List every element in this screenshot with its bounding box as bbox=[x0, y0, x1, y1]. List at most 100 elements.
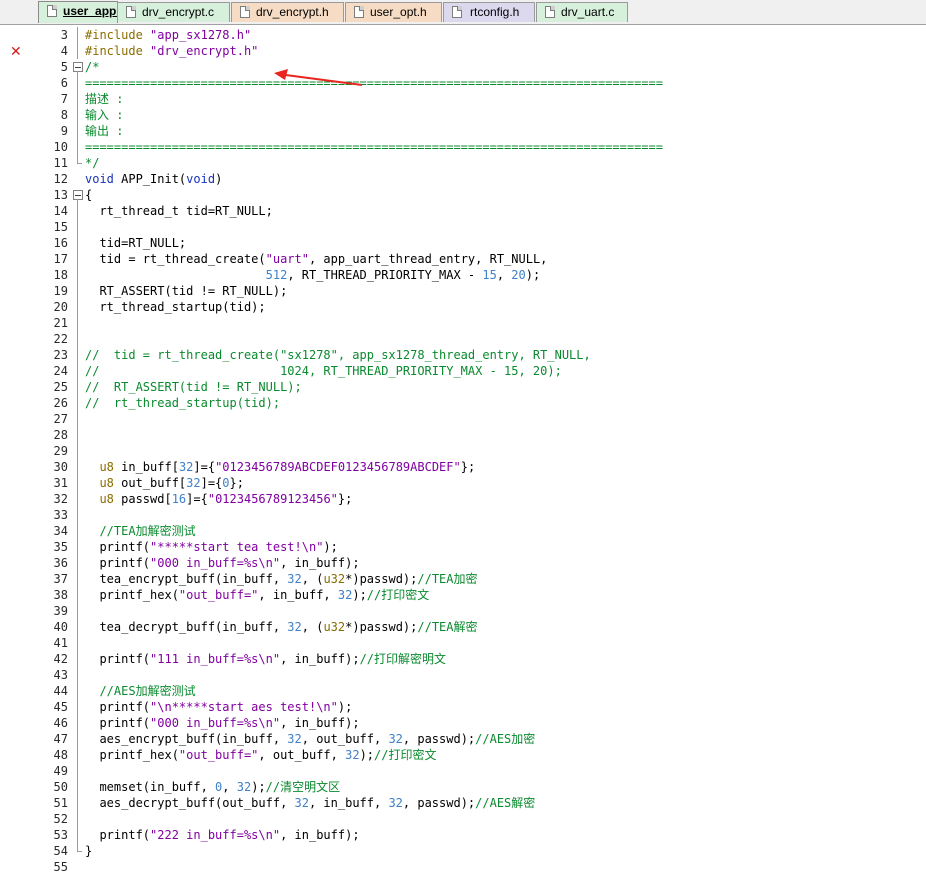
tab-drv-encrypt-c[interactable]: drv_encrypt.c bbox=[117, 2, 230, 22]
code-token: out_buff[ bbox=[113, 476, 187, 490]
code-text: { bbox=[85, 187, 92, 203]
code-text: // rt_thread_startup(tid); bbox=[85, 395, 280, 411]
code-token: 32 bbox=[236, 780, 252, 794]
code-token: 描述 : bbox=[85, 92, 124, 106]
code-line[interactable]: 15 bbox=[0, 219, 926, 235]
code-line[interactable]: 11 */ bbox=[0, 155, 926, 171]
line-number: 45 bbox=[53, 700, 68, 714]
code-token: }; bbox=[337, 492, 353, 506]
code-line[interactable]: 17 tid = rt_thread_create("uart", app_ua… bbox=[0, 251, 926, 267]
code-line[interactable]: 3 #include "app_sx1278.h" bbox=[0, 27, 926, 43]
code-token: aes_encrypt_buff(in_buff, bbox=[85, 732, 288, 746]
code-line[interactable]: 43 bbox=[0, 667, 926, 683]
code-line[interactable]: 46 printf("000 in_buff=%s\n", in_buff); bbox=[0, 715, 926, 731]
code-line[interactable]: 42 printf("111 in_buff=%s\n", in_buff);/… bbox=[0, 651, 926, 667]
code-line[interactable]: 20 rt_thread_startup(tid); bbox=[0, 299, 926, 315]
code-line[interactable]: 12 void APP_Init(void) bbox=[0, 171, 926, 187]
code-text: // RT_ASSERT(tid != RT_NULL); bbox=[85, 379, 302, 395]
code-line[interactable]: 49 bbox=[0, 763, 926, 779]
code-line[interactable]: 32 u8 passwd[16]={"0123456789123456"}; bbox=[0, 491, 926, 507]
line-number: 21 bbox=[53, 316, 68, 330]
tab-drv-uart-c[interactable]: drv_uart.c bbox=[536, 2, 628, 22]
code-editor[interactable]: ✕ 3 #include "app_sx1278.h" 4 #include "drv… bbox=[0, 25, 926, 874]
fold-toggle-icon[interactable] bbox=[73, 187, 83, 203]
code-text: #include "drv_encrypt.h" bbox=[85, 43, 258, 59]
code-token: */ bbox=[85, 156, 100, 170]
code-line[interactable]: 34 //TEA加解密测试 bbox=[0, 523, 926, 539]
code-line[interactable]: 18 512, RT_THREAD_PRIORITY_MAX - 15, 20)… bbox=[0, 267, 926, 283]
code-line[interactable]: 39 bbox=[0, 603, 926, 619]
tab-user-opt-h[interactable]: user_opt.h bbox=[345, 2, 442, 22]
code-token: tid = rt_thread_create( bbox=[85, 252, 266, 266]
code-line[interactable]: 53 printf("222 in_buff=%s\n", in_buff); bbox=[0, 827, 926, 843]
code-line[interactable]: 55 bbox=[0, 859, 926, 875]
fold-toggle-icon[interactable] bbox=[73, 59, 83, 75]
code-token: u8 bbox=[99, 476, 114, 490]
code-line[interactable]: 16 tid=RT_NULL; bbox=[0, 235, 926, 251]
code-token: 32 bbox=[287, 572, 302, 586]
code-line[interactable]: 37 tea_encrypt_buff(in_buff, 32, (u32*)p… bbox=[0, 571, 926, 587]
code-token: , passwd); bbox=[402, 796, 476, 810]
code-line[interactable]: 26 // rt_thread_startup(tid); bbox=[0, 395, 926, 411]
line-number: 23 bbox=[53, 348, 68, 362]
code-line[interactable]: 8 输入 : bbox=[0, 107, 926, 123]
code-line[interactable]: 30 u8 in_buff[32]={"0123456789ABCDEF0123… bbox=[0, 459, 926, 475]
code-token: 15 bbox=[482, 268, 497, 282]
code-line[interactable]: 14 rt_thread_t tid=RT_NULL; bbox=[0, 203, 926, 219]
code-text: // 1024, RT_THREAD_PRIORITY_MAX - 15, 20… bbox=[85, 363, 562, 379]
code-line[interactable]: 13 { bbox=[0, 187, 926, 203]
code-line[interactable]: 9 输出 : bbox=[0, 123, 926, 139]
code-token: aes_decrypt_buff(out_buff, bbox=[85, 796, 295, 810]
code-line[interactable]: 31 u8 out_buff[32]={0}; bbox=[0, 475, 926, 491]
code-token: //AES加解密测试 bbox=[99, 684, 196, 698]
code-line[interactable]: 22 bbox=[0, 331, 926, 347]
code-line[interactable]: 51 aes_decrypt_buff(out_buff, 32, in_buf… bbox=[0, 795, 926, 811]
code-line[interactable]: 7 描述 : bbox=[0, 91, 926, 107]
code-token: 0 bbox=[222, 476, 230, 490]
code-line[interactable]: 44 //AES加解密测试 bbox=[0, 683, 926, 699]
code-line[interactable]: 50 memset(in_buff, 0, 32);//清空明文区 bbox=[0, 779, 926, 795]
code-line[interactable]: 54} bbox=[0, 843, 926, 859]
line-number: 55 bbox=[53, 860, 68, 874]
code-token: "0123456789123456" bbox=[207, 492, 338, 506]
code-line[interactable]: 6 =======================================… bbox=[0, 75, 926, 91]
code-line[interactable]: 29 bbox=[0, 443, 926, 459]
code-line[interactable]: 4 #include "drv_encrypt.h" bbox=[0, 43, 926, 59]
code-line[interactable]: 25 // RT_ASSERT(tid != RT_NULL); bbox=[0, 379, 926, 395]
code-line[interactable]: 28 bbox=[0, 427, 926, 443]
line-number: 40 bbox=[53, 620, 68, 634]
code-line[interactable]: 19 RT_ASSERT(tid != RT_NULL); bbox=[0, 283, 926, 299]
code-line[interactable]: 24 // 1024, RT_THREAD_PRIORITY_MAX - 15, … bbox=[0, 363, 926, 379]
code-line[interactable]: 36 printf("000 in_buff=%s\n", in_buff); bbox=[0, 555, 926, 571]
tab-user-app-c[interactable]: user_app.c bbox=[38, 1, 126, 23]
code-line[interactable]: 27 bbox=[0, 411, 926, 427]
code-line[interactable]: 48 printf_hex("out_buff=", out_buff, 32)… bbox=[0, 747, 926, 763]
code-line[interactable]: 35 printf("*****start tea test!\n"); bbox=[0, 539, 926, 555]
fold-guide bbox=[73, 763, 83, 779]
code-text: 描述 : bbox=[85, 91, 123, 107]
line-number: 17 bbox=[53, 252, 68, 266]
fold-guide bbox=[73, 219, 83, 235]
code-line[interactable]: 47 aes_encrypt_buff(in_buff, 32, out_buf… bbox=[0, 731, 926, 747]
code-token: printf( bbox=[85, 540, 151, 554]
line-number: 20 bbox=[53, 300, 68, 314]
code-line[interactable]: 38 printf_hex("out_buff=", in_buff, 32);… bbox=[0, 587, 926, 603]
tab-drv-encrypt-h[interactable]: drv_encrypt.h bbox=[231, 2, 344, 22]
code-text: 512, RT_THREAD_PRIORITY_MAX - 15, 20); bbox=[85, 267, 541, 283]
code-line[interactable]: 40 tea_decrypt_buff(in_buff, 32, (u32*)p… bbox=[0, 619, 926, 635]
code-line[interactable]: 21 bbox=[0, 315, 926, 331]
code-line[interactable]: 5 /* bbox=[0, 59, 926, 75]
code-text: u8 out_buff[32]={0}; bbox=[85, 475, 244, 491]
code-line[interactable]: 33 bbox=[0, 507, 926, 523]
line-number: 52 bbox=[53, 812, 68, 826]
tab-rtconfig-h[interactable]: rtconfig.h bbox=[443, 2, 535, 22]
code-line[interactable]: 45 printf("\n*****start aes test!\n"); bbox=[0, 699, 926, 715]
code-line[interactable]: 10 ======================================… bbox=[0, 139, 926, 155]
code-line[interactable]: 23 // tid = rt_thread_create("sx1278", ap… bbox=[0, 347, 926, 363]
code-line[interactable]: 52 bbox=[0, 811, 926, 827]
code-token: "111 in_buff=%s\n" bbox=[150, 652, 281, 666]
fold-guide bbox=[73, 267, 83, 283]
code-token: 输出 : bbox=[85, 124, 124, 138]
code-line[interactable]: 41 bbox=[0, 635, 926, 651]
